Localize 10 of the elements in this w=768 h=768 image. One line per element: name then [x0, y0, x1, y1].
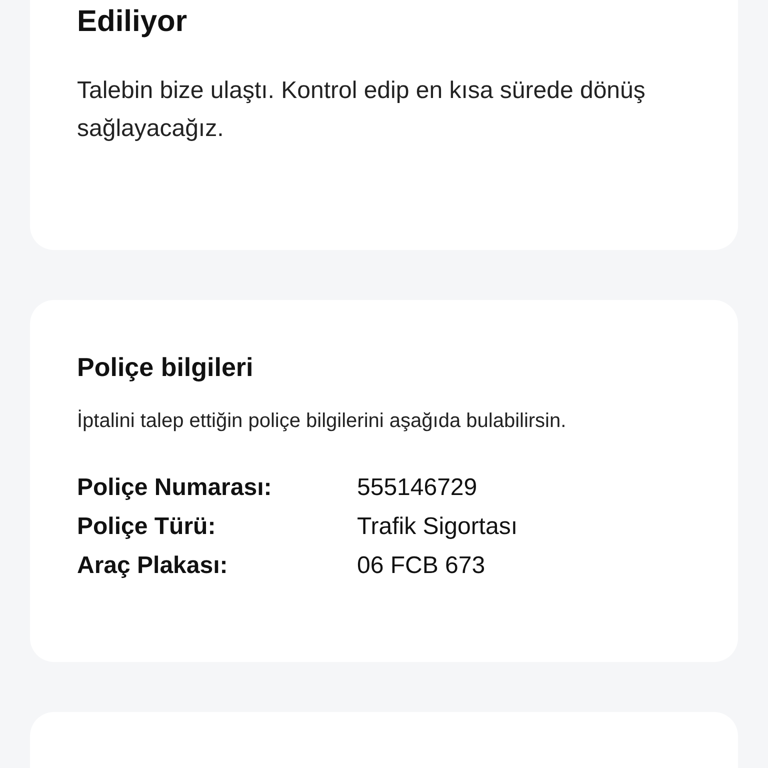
field-label: Poliçe Türü:: [77, 512, 217, 542]
status-message: Talebin bize ulaştı. Kontrol edip en kısa sürede dönüş sağlayacağız.: [77, 76, 646, 144]
field-value: Trafik Sigortası: [357, 512, 518, 542]
field-label: Araç Plakası:: [77, 551, 229, 581]
field-value: 06 FCB 673: [357, 551, 486, 581]
field-label: Poliçe Numarası:: [77, 473, 273, 503]
status-title: Ediliyor: [77, 4, 188, 40]
field-value: 555146729: [357, 473, 478, 503]
policy-title: Poliçe bilgileri: [77, 351, 254, 384]
policy-description: İptalini talep ettiğin poliçe bilgilerini aşağıda bulabilirsin.: [77, 408, 568, 434]
